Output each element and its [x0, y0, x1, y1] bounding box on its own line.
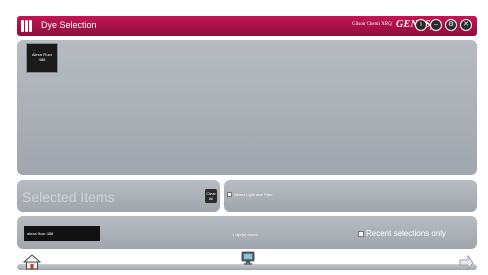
dye-tile-number: 488 — [38, 57, 46, 62]
minimize-button[interactable]: – — [430, 19, 442, 31]
next-icon[interactable] — [458, 254, 474, 270]
home-icon[interactable] — [23, 254, 41, 270]
light-filter-checkbox[interactable] — [227, 192, 232, 197]
clear-all-button[interactable]: Clear All — [205, 189, 217, 203]
dye-grid-panel: Alexa Fluor 488 — [17, 40, 477, 175]
bottom-nav-bar — [17, 251, 477, 275]
clear-all-label-2: All — [208, 196, 214, 201]
results-count: 1 dye(s) found — [232, 232, 258, 237]
camera-icon[interactable] — [240, 250, 256, 266]
title-bar: Dye Selection Gilson Chemi XRQ GENESys i… — [17, 16, 477, 36]
selected-items-panel: Selected Items Clear All — [17, 180, 220, 212]
close-button[interactable]: ✕ — [460, 19, 472, 31]
instrument-name: Gilson Chemi XRQ — [352, 22, 392, 27]
search-panel: alexa fluor 488 1 dye(s) found Recent se… — [17, 216, 477, 249]
settings-button[interactable]: ⚙ — [445, 19, 457, 31]
light-filter-panel: Select Light and Filter — [224, 180, 477, 212]
window-title: Dye Selection — [41, 20, 97, 30]
dye-tile[interactable]: Alexa Fluor 488 — [26, 43, 58, 73]
recent-selections-checkbox[interactable] — [358, 231, 364, 237]
app-logo-icon — [21, 20, 33, 32]
search-input[interactable]: alexa fluor 488 — [24, 226, 100, 241]
light-filter-label: Select Light and Filter — [234, 192, 273, 197]
info-button[interactable]: i — [415, 19, 427, 31]
recent-selections-label: Recent selections only — [366, 229, 447, 238]
selected-items-title: Selected Items — [22, 189, 115, 205]
